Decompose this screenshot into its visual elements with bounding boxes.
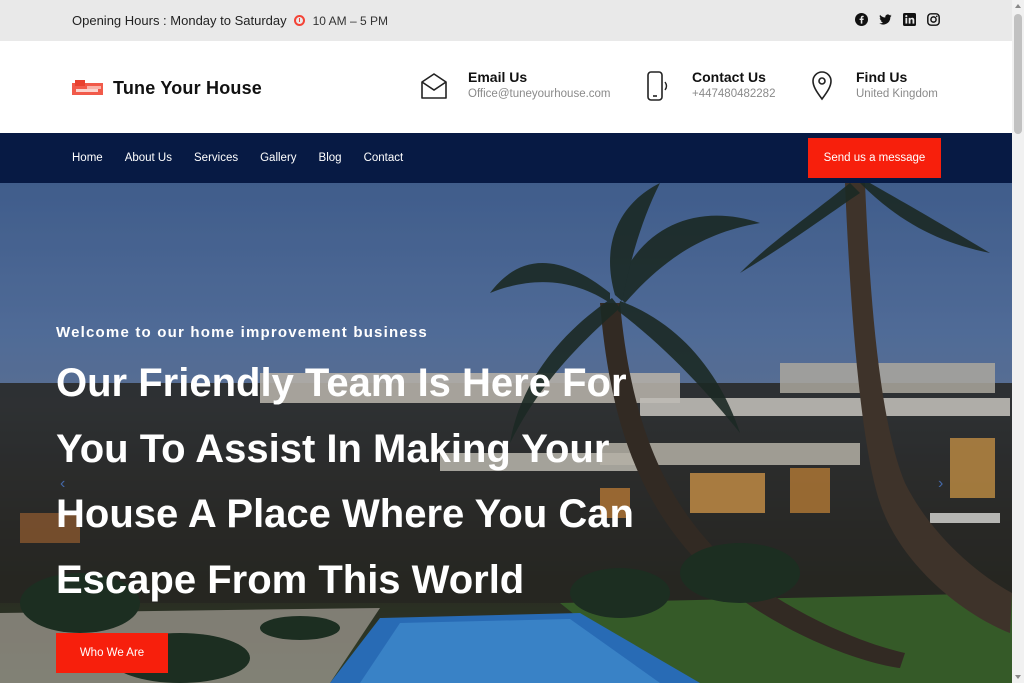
nav-item-blog[interactable]: Blog (319, 152, 342, 164)
contact-info: Contact Us +447480482282 (644, 69, 775, 101)
phone-icon (647, 71, 668, 101)
scroll-down-arrow-icon[interactable] (1015, 675, 1021, 679)
opening-hours: Opening Hours : Monday to Saturday 10 AM… (72, 13, 388, 28)
find-title: Find Us (856, 69, 908, 85)
site-name: Tune Your House (113, 78, 263, 98)
slider-next-arrow[interactable]: › (938, 475, 943, 493)
contact-title: Contact Us (692, 69, 766, 85)
nav-links: Home About Us Services Gallery Blog Cont… (72, 152, 403, 164)
email-address[interactable]: Office@tuneyourhouse.com (468, 88, 611, 100)
site-header: Tune Your House Email Us Office@tuneyour… (0, 41, 1012, 133)
clock-icon (293, 15, 305, 26)
email-info: Email Us Office@tuneyourhouse.com (420, 69, 611, 101)
linkedin-icon[interactable] (903, 13, 916, 26)
logo-icon (72, 80, 103, 95)
email-title: Email Us (468, 69, 528, 85)
scroll-up-arrow-icon[interactable] (1015, 4, 1021, 8)
hero-headline: Our Friendly Team Is Here For You To Ass… (56, 361, 634, 602)
main-navigation: Home About Us Services Gallery Blog Cont… (0, 133, 1012, 183)
nav-item-services[interactable]: Services (194, 152, 238, 164)
site-logo[interactable]: Tune Your House (72, 78, 262, 99)
who-we-are-button[interactable]: Who We Are (56, 633, 168, 673)
nav-item-about-us[interactable]: About Us (125, 152, 172, 164)
nav-item-contact[interactable]: Contact (364, 152, 404, 164)
nav-item-gallery[interactable]: Gallery (260, 152, 296, 164)
opening-hours-time: 10 AM – 5 PM (312, 13, 388, 28)
page-scrollbar[interactable] (1012, 0, 1024, 683)
envelope-icon (421, 73, 447, 99)
instagram-icon[interactable] (927, 13, 940, 26)
location-info: Find Us United Kingdom (808, 69, 938, 101)
map-pin-icon (812, 71, 832, 101)
facebook-icon[interactable] (855, 13, 868, 26)
hero-slider: ‹ › Welcome to our home improvement busi… (0, 183, 1012, 683)
opening-hours-label: Opening Hours : Monday to Saturday (72, 13, 287, 28)
nav-item-home[interactable]: Home (72, 152, 103, 164)
contact-phone[interactable]: +447480482282 (692, 88, 775, 100)
hero-subtitle: Welcome to our home improvement business (56, 324, 428, 341)
find-location: United Kingdom (856, 88, 938, 100)
top-bar: Opening Hours : Monday to Saturday 10 AM… (0, 0, 1012, 41)
scrollbar-thumb[interactable] (1014, 14, 1022, 134)
social-links (855, 13, 940, 26)
send-message-button[interactable]: Send us a message (808, 138, 941, 178)
twitter-icon[interactable] (879, 13, 892, 26)
